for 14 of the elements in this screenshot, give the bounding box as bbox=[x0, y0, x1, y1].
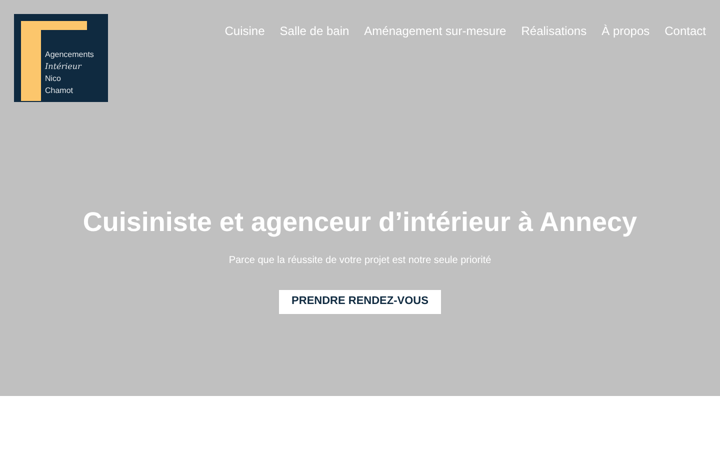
nav-link[interactable]: À propos bbox=[602, 22, 650, 40]
logo-text: Nico bbox=[45, 73, 62, 85]
logo[interactable]: Agencements Intérieur Nico Chamot bbox=[14, 14, 108, 102]
logo-text: Agencements bbox=[45, 49, 94, 61]
appointment-button[interactable]: PRENDRE RENDEZ-VOUS bbox=[278, 290, 442, 314]
nav-link[interactable]: Cuisine bbox=[224, 22, 265, 40]
nav-link[interactable]: Contact bbox=[664, 22, 706, 40]
hero-title: Cuisiniste et agenceur d’intérieur à Annecy bbox=[82, 206, 638, 239]
nav-link[interactable]: Réalisations bbox=[521, 22, 587, 40]
hero-subtitle: Parce que la réussite de votre projet est notre seule priorité bbox=[228, 254, 492, 268]
nav-link[interactable]: Salle de bain bbox=[280, 22, 350, 40]
nav-link[interactable]: Aménagement sur-mesure bbox=[364, 22, 506, 40]
logo-text: Intérieur bbox=[45, 61, 83, 73]
logo-text: Chamot bbox=[45, 85, 74, 97]
